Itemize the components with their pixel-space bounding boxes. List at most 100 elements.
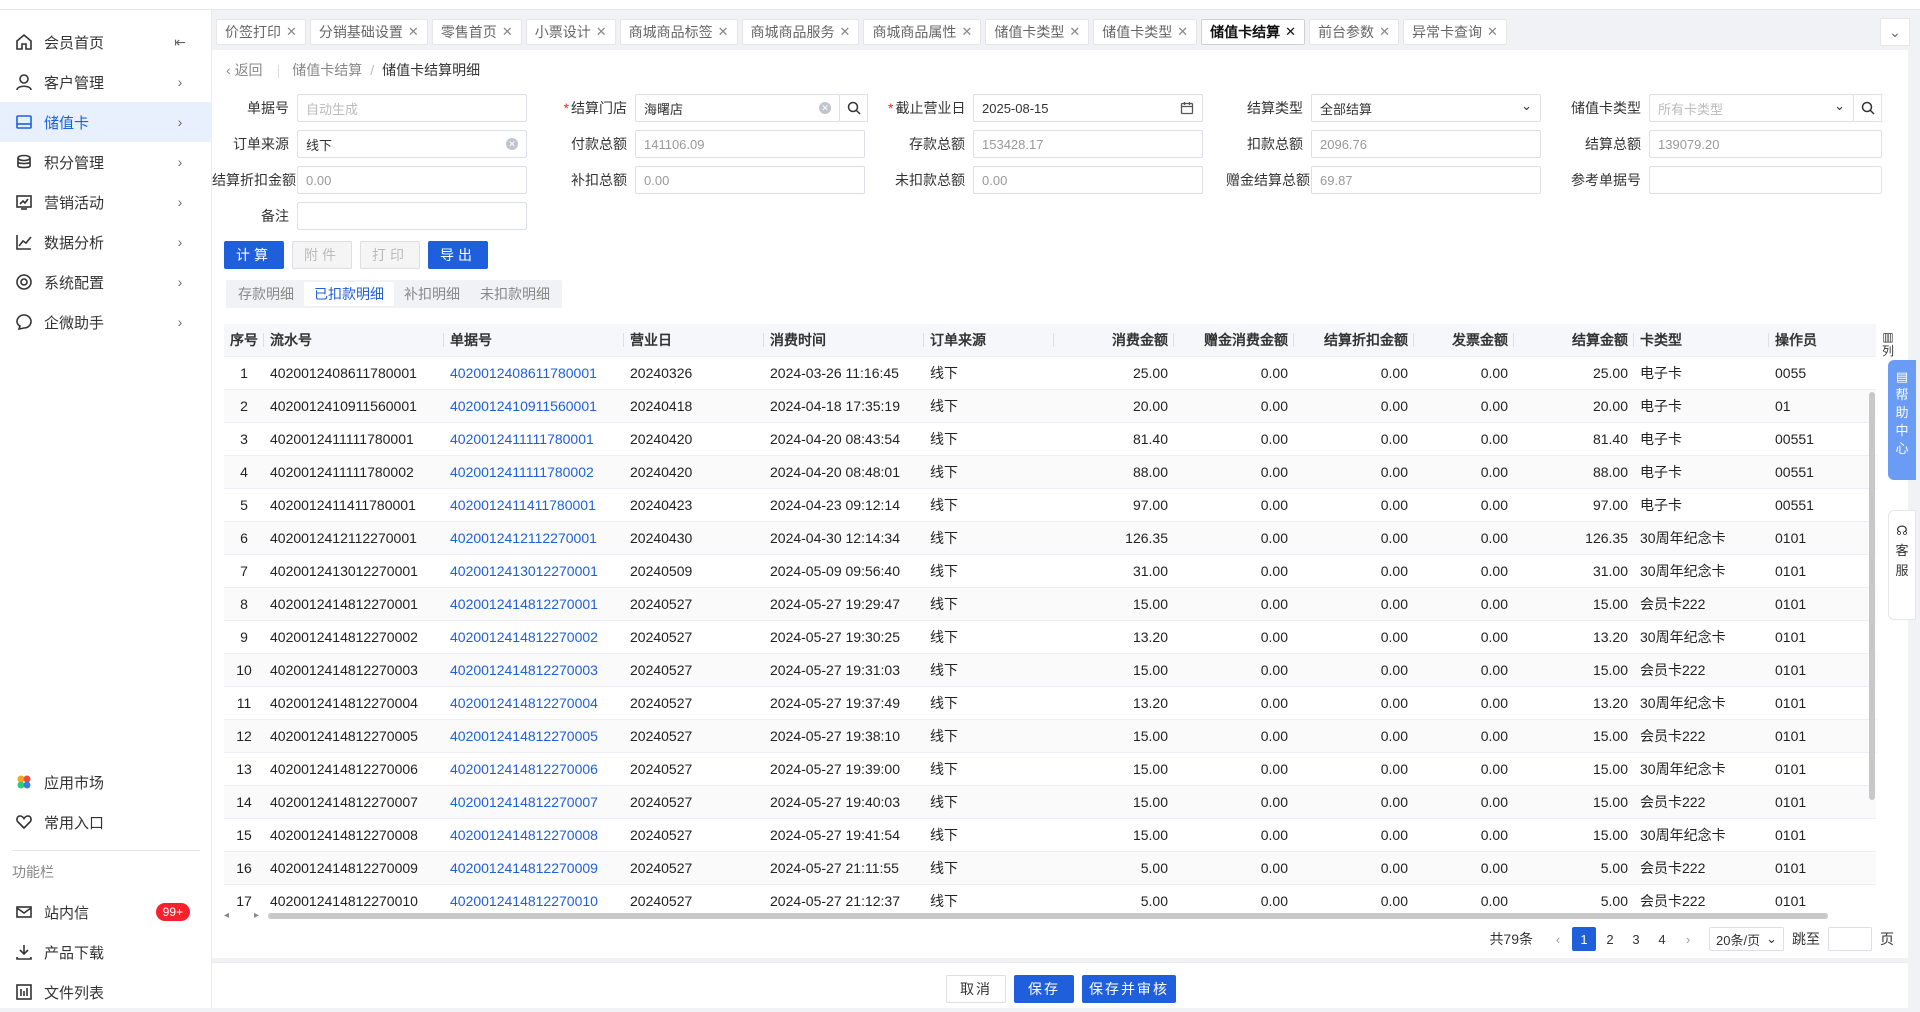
sidebar-item-file-list[interactable]: 文件列表 (0, 972, 212, 1012)
subtab-undeducted-detail[interactable]: 未扣款明细 (470, 282, 560, 306)
next-page-button[interactable]: › (1676, 927, 1700, 951)
sidebar-item-favorites[interactable]: 常用入口 (0, 802, 212, 842)
customer-service-widget[interactable]: ☊ 客 服 (1888, 510, 1916, 620)
table-row[interactable]: 3 4020012411111780001 4020012411111780001 2… (224, 422, 1876, 456)
store-search-button[interactable] (840, 94, 868, 122)
sidebar-item-points[interactable]: 积分管理 › (0, 142, 212, 182)
sidebar-item-messages[interactable]: 站内信 99+ (0, 892, 212, 932)
col-header[interactable]: 消费时间 (764, 324, 924, 357)
table-row[interactable]: 16 4020012414812270009 4020012414812270009… (224, 851, 1876, 885)
col-header[interactable]: 消费金额 (1054, 324, 1174, 357)
page-2-button[interactable]: 2 (1598, 927, 1622, 951)
save-approve-button[interactable]: 保存并审核 (1082, 975, 1176, 1003)
card-type-select[interactable]: 所有卡类型 ⌄ (1649, 94, 1854, 122)
save-button[interactable]: 保存 (1014, 975, 1074, 1003)
remark-input[interactable] (297, 202, 527, 230)
clear-icon[interactable]: ✕ (506, 138, 518, 150)
sidebar-item-customer[interactable]: 客户管理 › (0, 62, 212, 102)
close-icon[interactable]: ✕ (502, 24, 513, 40)
table-row[interactable]: 10 4020012414812270003 4020012414812270003… (224, 653, 1876, 687)
col-header[interactable]: 单据号 (444, 324, 624, 357)
col-header[interactable]: 订单来源 (924, 324, 1054, 357)
table-row[interactable]: 12 4020012414812270005 4020012414812270005… (224, 719, 1876, 753)
card-type-search-button[interactable] (1854, 94, 1882, 122)
help-center-widget[interactable]: ▤ 帮 助 中 心 (1888, 360, 1916, 480)
table-row[interactable]: 9 4020012414812270002 4020012414812270002 2… (224, 620, 1876, 654)
table-row[interactable]: 13 4020012414812270006 4020012414812270006… (224, 752, 1876, 786)
sidebar-item-wecom-assistant[interactable]: 企微助手 › (0, 302, 212, 342)
sidebar-item-analytics[interactable]: 数据分析 › (0, 222, 212, 262)
doc-no-link[interactable]: 4020012408611780001 (444, 356, 624, 390)
prev-page-button[interactable]: ‹ (1546, 927, 1570, 951)
close-icon[interactable]: ✕ (596, 24, 607, 40)
scrollbar-thumb[interactable] (1869, 392, 1875, 800)
doc-no-link[interactable]: 4020012414812270002 (444, 620, 624, 654)
export-button[interactable]: 导出 (428, 241, 488, 269)
doc-no-link[interactable]: 4020012410911560001 (444, 389, 624, 423)
back-link[interactable]: ‹ 返回 (226, 60, 263, 80)
breadcrumb-parent[interactable]: 储值卡结算 (292, 60, 362, 80)
doc-no-input[interactable]: 自动生成 (297, 94, 527, 122)
col-header[interactable]: 赠金消费金额 (1174, 324, 1294, 357)
doc-no-link[interactable]: 4020012411111780002 (444, 455, 624, 489)
page-3-button[interactable]: 3 (1624, 927, 1648, 951)
doc-no-link[interactable]: 4020012414812270005 (444, 719, 624, 753)
sidebar-item-marketing[interactable]: 营销活动 › (0, 182, 212, 222)
col-header[interactable]: 流水号 (264, 324, 444, 357)
close-icon[interactable]: ✕ (1069, 24, 1080, 40)
tab-card-type-2[interactable]: 储值卡类型 ✕ (1093, 19, 1198, 45)
order-source-select[interactable]: 线下 ✕ (297, 130, 527, 158)
doc-no-link[interactable]: 4020012414812270010 (444, 884, 624, 910)
subtab-deducted-detail[interactable]: 已扣款明细 (304, 282, 394, 306)
calculate-button[interactable]: 计算 (224, 241, 284, 269)
col-header[interactable]: 发票金额 (1414, 324, 1514, 357)
table-row[interactable]: 1 4020012408611780001 4020012408611780001 2… (224, 356, 1876, 390)
col-header[interactable]: 结算折扣金额 (1294, 324, 1414, 357)
close-icon[interactable]: ✕ (1379, 24, 1390, 40)
doc-no-link[interactable]: 4020012414812270008 (444, 818, 624, 852)
vertical-scrollbar[interactable] (1868, 362, 1876, 908)
tab-distribution-settings[interactable]: 分销基础设置 ✕ (309, 19, 428, 45)
horizontal-scrollbar[interactable]: ◂ ▸ (224, 910, 1876, 922)
doc-no-link[interactable]: 4020012414812270009 (444, 851, 624, 885)
page-1-button[interactable]: 1 (1572, 927, 1597, 951)
cutoff-date-input[interactable]: 2025-08-15 (973, 94, 1203, 122)
col-header[interactable]: 卡类型 (1634, 324, 1769, 357)
close-icon[interactable]: ✕ (961, 24, 972, 40)
subtab-supplement-detail[interactable]: 补扣明细 (394, 282, 470, 306)
sidebar-item-product-download[interactable]: 产品下载 (0, 932, 212, 972)
table-row[interactable]: 8 4020012414812270001 4020012414812270001 2… (224, 587, 1876, 621)
table-row[interactable]: 2 4020012410911560001 4020012410911560001 2… (224, 389, 1876, 423)
tab-mall-product-tags[interactable]: 商城商品标签 ✕ (619, 19, 738, 45)
page-4-button[interactable]: 4 (1650, 927, 1674, 951)
close-icon[interactable]: ✕ (408, 24, 419, 40)
close-icon[interactable]: ✕ (1487, 24, 1498, 40)
tab-retail-home[interactable]: 零售首页 ✕ (431, 19, 522, 45)
tabs-more-dropdown[interactable]: ⌄ (1880, 18, 1910, 46)
scrollbar-thumb[interactable] (268, 913, 1828, 919)
sidebar-item-member-home[interactable]: 会员首页 ⇤ (0, 22, 212, 62)
close-icon[interactable]: ✕ (840, 24, 851, 40)
doc-no-link[interactable]: 4020012414812270001 (444, 587, 624, 621)
close-icon[interactable]: ✕ (286, 24, 297, 40)
tab-receipt-design[interactable]: 小票设计 ✕ (525, 19, 616, 45)
table-row[interactable]: 6 4020012412112270001 4020012412112270001 2… (224, 521, 1876, 555)
tab-card-type-1[interactable]: 储值卡类型 ✕ (985, 19, 1090, 45)
table-row[interactable]: 14 4020012414812270007 4020012414812270007… (224, 785, 1876, 819)
doc-no-link[interactable]: 4020012414812270003 (444, 653, 624, 687)
doc-no-link[interactable]: 4020012411111780001 (444, 422, 624, 456)
scroll-left-icon[interactable]: ◂ (224, 910, 229, 921)
close-icon[interactable]: ✕ (1285, 24, 1296, 40)
print-button[interactable]: 打印 (360, 241, 420, 269)
sidebar-item-app-market[interactable]: 应用市场 (0, 762, 212, 802)
table-row[interactable]: 15 4020012414812270008 4020012414812270008… (224, 818, 1876, 852)
sidebar-item-system-config[interactable]: 系统配置 › (0, 262, 212, 302)
calendar-icon[interactable] (1180, 101, 1194, 115)
table-row[interactable]: 17 4020012414812270010 4020012414812270010… (224, 884, 1876, 910)
table-row[interactable]: 7 4020012413012270001 4020012413012270001 2… (224, 554, 1876, 588)
store-input[interactable]: 海曙店 ✕ (635, 94, 840, 122)
settle-type-select[interactable]: 全部结算 ⌄ (1311, 94, 1541, 122)
subtab-deposit-detail[interactable]: 存款明细 (228, 282, 304, 306)
ref-no-input[interactable] (1649, 166, 1882, 194)
cancel-button[interactable]: 取消 (946, 975, 1006, 1003)
